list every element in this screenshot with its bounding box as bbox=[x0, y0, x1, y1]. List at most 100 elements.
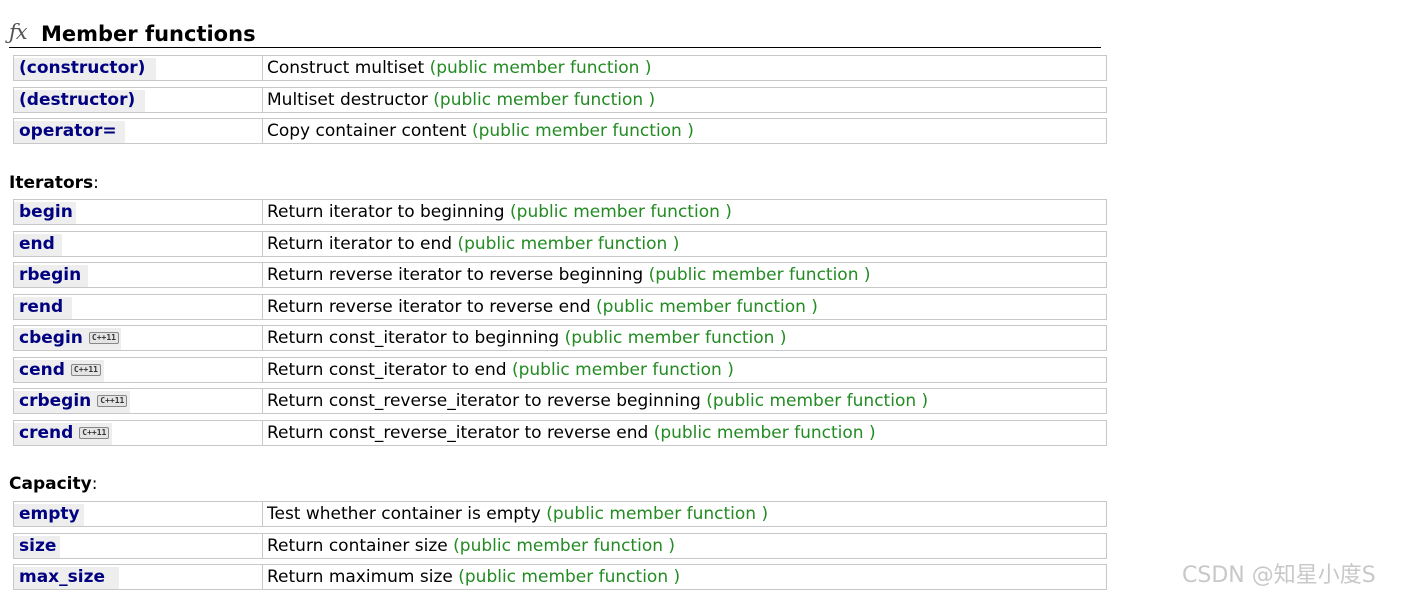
member-description: Return reverse iterator to reverse end (… bbox=[267, 296, 818, 318]
member-name: size bbox=[19, 536, 57, 556]
table-row: end Return iterator to end (public member… bbox=[13, 231, 1107, 257]
member-name: end bbox=[19, 234, 55, 254]
table-row: crbegin C++11 Return const_reverse_iterato… bbox=[13, 388, 1107, 414]
member-name: crend bbox=[19, 423, 74, 443]
member-description: Return container size (public member fun… bbox=[267, 535, 675, 557]
member-name-cell: crend C++11 bbox=[14, 421, 263, 445]
member-name: cend bbox=[19, 360, 65, 380]
description-text: Return iterator to beginning bbox=[267, 202, 505, 222]
member-link-operator[interactable]: operator= bbox=[19, 120, 117, 142]
member-name: max_size bbox=[19, 567, 106, 587]
member-description: Return const_reverse_iterator to reverse… bbox=[267, 422, 876, 444]
description-text: Return reverse iterator to reverse begin… bbox=[267, 265, 644, 285]
member-description: Return iterator to beginning (public mem… bbox=[267, 201, 732, 223]
member-name-cell: max_size bbox=[14, 565, 263, 589]
member-name-cell: size bbox=[14, 534, 263, 558]
member-kind-tag: (public member function ) bbox=[648, 265, 871, 285]
description-text: Multiset destructor bbox=[267, 90, 428, 110]
member-name-cell: empty bbox=[14, 502, 263, 526]
description-text: Copy container content bbox=[267, 121, 467, 141]
member-link-constructor[interactable]: (constructor) bbox=[19, 57, 145, 79]
cpp11-badge: C++11 bbox=[88, 332, 119, 344]
group-title-iterators: Iterators: bbox=[9, 173, 99, 193]
member-link-empty[interactable]: empty bbox=[19, 503, 80, 525]
member-link-crbegin[interactable]: crbegin C++11 bbox=[19, 390, 128, 412]
member-kind-tag: (public member function ) bbox=[429, 58, 652, 78]
cpp11-badge: C++11 bbox=[79, 427, 110, 439]
description-text: Return const_reverse_iterator to reverse… bbox=[267, 423, 649, 443]
member-name: begin bbox=[19, 202, 73, 222]
table-row: (constructor) Construct multiset (public … bbox=[13, 55, 1107, 81]
table-row: rend Return reverse iterator to reverse e… bbox=[13, 294, 1107, 320]
group-title-text: Capacity bbox=[9, 474, 92, 494]
member-kind-tag: (public member function ) bbox=[433, 90, 656, 110]
member-link-rend[interactable]: rend bbox=[19, 296, 63, 318]
description-text: Return maximum size bbox=[267, 567, 453, 587]
member-name-cell: crbegin C++11 bbox=[14, 389, 263, 413]
member-link-max-size[interactable]: max_size bbox=[19, 566, 105, 588]
member-name-cell: cend C++11 bbox=[14, 358, 263, 382]
description-text: Test whether container is empty bbox=[267, 504, 541, 524]
member-kind-tag: (public member function ) bbox=[510, 202, 732, 222]
table-row: size Return container size (public member… bbox=[13, 533, 1107, 559]
member-kind-tag: (public member function ) bbox=[596, 297, 818, 317]
description-text: Return reverse iterator to reverse end bbox=[267, 297, 591, 317]
table-row: begin Return iterator to beginning (publi… bbox=[13, 199, 1107, 225]
member-link-rbegin[interactable]: rbegin bbox=[19, 264, 81, 286]
member-kind-tag: (public member function ) bbox=[453, 536, 676, 556]
description-text: Return const_iterator to beginning bbox=[267, 328, 560, 348]
group-title-colon: : bbox=[91, 474, 98, 494]
member-link-cend[interactable]: cend C++11 bbox=[19, 359, 101, 381]
table-row: cend C++11 Return const_iterator to end (p… bbox=[13, 357, 1107, 383]
member-link-size[interactable]: size bbox=[19, 535, 56, 557]
description-text: Construct multiset bbox=[267, 58, 425, 78]
member-description: Test whether container is empty (public … bbox=[267, 503, 768, 525]
member-description: Return reverse iterator to reverse begin… bbox=[267, 264, 871, 286]
member-name: operator= bbox=[19, 121, 117, 141]
cpp11-badge: C++11 bbox=[97, 395, 128, 407]
description-text: Return const_iterator to end bbox=[267, 360, 507, 380]
table-row: (destructor) Multiset destructor (public … bbox=[13, 87, 1107, 113]
table-row: cbegin C++11 Return const_iterator to begi… bbox=[13, 325, 1107, 351]
group-title-colon: : bbox=[93, 173, 99, 193]
table-row: empty Test whether container is empty (pu… bbox=[13, 501, 1107, 527]
table-row: rbegin Return reverse iterator to reverse… bbox=[13, 262, 1107, 288]
member-kind-tag: (public member function ) bbox=[458, 567, 681, 587]
watermark: CSDN @知星小度S bbox=[1182, 563, 1376, 588]
member-description: Return maximum size (public member funct… bbox=[267, 566, 680, 588]
member-link-crend[interactable]: crend C++11 bbox=[19, 422, 110, 444]
member-kind-tag: (public member function ) bbox=[546, 504, 769, 524]
section-header: ƒx Member functions bbox=[9, 20, 1101, 48]
member-description: Construct multiset (public member functi… bbox=[267, 57, 651, 79]
member-description: Return const_iterator to beginning (publ… bbox=[267, 327, 786, 349]
section-title: Member functions bbox=[41, 22, 256, 46]
member-description: Return const_iterator to end (public mem… bbox=[267, 359, 734, 381]
member-kind-tag: (public member function ) bbox=[511, 360, 734, 380]
member-link-cbegin[interactable]: cbegin C++11 bbox=[19, 327, 119, 349]
member-name: (destructor) bbox=[19, 90, 136, 110]
table-row: max_size Return maximum size (public memb… bbox=[13, 564, 1107, 590]
member-name-cell: operator= bbox=[14, 119, 263, 143]
group-title-capacity: Capacity: bbox=[9, 474, 97, 494]
member-name-cell: (destructor) bbox=[14, 88, 263, 112]
member-kind-tag: (public member function ) bbox=[706, 391, 929, 411]
member-kind-tag: (public member function ) bbox=[471, 121, 694, 141]
member-name-cell: end bbox=[14, 232, 263, 256]
member-kind-tag: (public member function ) bbox=[457, 234, 680, 254]
fx-icon: ƒx bbox=[9, 20, 28, 44]
member-link-end[interactable]: end bbox=[19, 233, 55, 255]
member-name-cell: rend bbox=[14, 295, 263, 319]
member-name: cbegin bbox=[19, 328, 83, 348]
member-description: Return iterator to end (public member fu… bbox=[267, 233, 679, 255]
member-name-cell: (constructor) bbox=[14, 56, 263, 80]
member-name: empty bbox=[19, 504, 80, 524]
member-kind-tag: (public member function ) bbox=[564, 328, 787, 348]
member-name-cell: cbegin C++11 bbox=[14, 326, 263, 350]
member-link-begin[interactable]: begin bbox=[19, 201, 73, 223]
member-kind-tag: (public member function ) bbox=[653, 423, 876, 443]
member-name: rend bbox=[19, 297, 64, 317]
description-text: Return container size bbox=[267, 536, 448, 556]
member-link-destructor[interactable]: (destructor) bbox=[19, 89, 135, 111]
description-text: Return iterator to end bbox=[267, 234, 453, 254]
member-description: Return const_reverse_iterator to reverse… bbox=[267, 390, 928, 412]
